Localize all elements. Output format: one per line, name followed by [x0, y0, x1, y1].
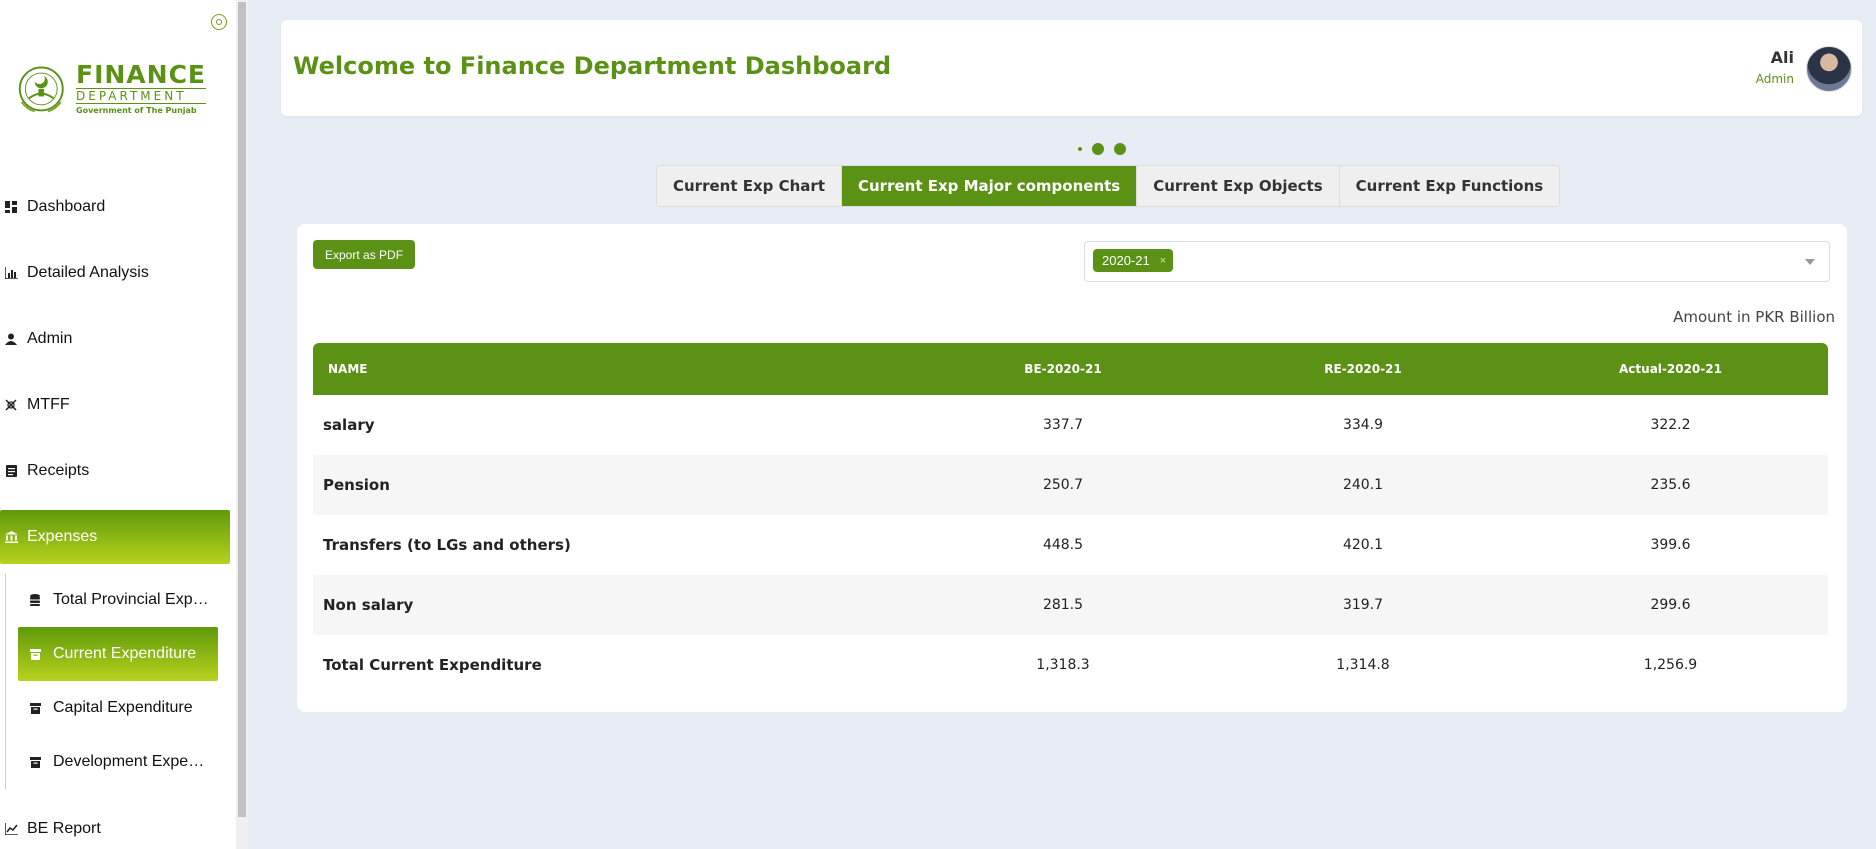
column-header[interactable]: BE-2020-21: [913, 362, 1213, 376]
table-header: NAME BE-2020-21 RE-2020-21 Actual-2020-2…: [313, 343, 1828, 395]
page-header: Welcome to Finance Department Dashboard …: [281, 20, 1862, 116]
chevron-down-icon[interactable]: [1805, 259, 1815, 265]
logo-tagline: Government of The Punjab: [76, 105, 197, 115]
sidebar-subitem-current-expenditure[interactable]: Current Expenditure: [18, 627, 218, 681]
table-body: salary 337.7 334.9 322.2 Pension 250.7 2…: [313, 395, 1828, 695]
table-cell: 420.1: [1342, 537, 1384, 553]
user-icon: [4, 332, 18, 346]
mtff-icon: [4, 398, 18, 412]
table-cell-name: Pension: [323, 476, 390, 494]
sidebar-item-label: Detailed Analysis: [27, 264, 149, 281]
year-chip: 2020-21 ×: [1093, 249, 1174, 272]
bar-chart-icon: [4, 266, 18, 280]
sidebar-item-label: BE Report: [27, 820, 101, 837]
sidebar-item-label: MTFF: [27, 396, 70, 413]
bank-icon: [4, 530, 18, 544]
table-cell-name: Transfers (to LGs and others): [323, 536, 571, 554]
carousel-dot[interactable]: [1092, 143, 1104, 155]
table-row: Transfers (to LGs and others) 448.5 420.…: [313, 515, 1828, 575]
table-cell: 240.1: [1342, 477, 1384, 493]
logo-subtitle: DEPARTMENT: [76, 87, 206, 104]
table-cell: 235.6: [1650, 477, 1691, 493]
expenditure-tabs: Current Exp Chart Current Exp Major comp…: [656, 165, 1561, 207]
sidebar-item-label: Receipts: [27, 462, 90, 479]
sidebar-subitem-total-provincial[interactable]: Total Provincial Exp…: [6, 573, 230, 627]
collapse-sidebar-icon[interactable]: [211, 14, 227, 30]
sidebar-subitem-label: Capital Expenditure: [53, 699, 193, 716]
avatar[interactable]: [1806, 46, 1852, 92]
carousel-dot[interactable]: [1114, 143, 1126, 155]
table-cell: 299.6: [1650, 597, 1691, 613]
table-cell: 1,256.9: [1643, 657, 1698, 673]
remove-chip-icon[interactable]: ×: [1160, 255, 1166, 267]
finance-department-logo[interactable]: FINANCE DEPARTMENT Government of The Pun…: [16, 58, 206, 118]
sidebar-scrollbar-thumb[interactable]: [238, 2, 246, 817]
sidebar-subitem-capital-expenditure[interactable]: Capital Expenditure: [6, 681, 230, 735]
table-cell: 1,314.8: [1336, 657, 1390, 673]
tab-current-exp-major-components[interactable]: Current Exp Major components: [842, 166, 1138, 206]
archive-icon: [30, 648, 42, 660]
sidebar-item-mtff[interactable]: MTFF: [0, 378, 236, 432]
sidebar: FINANCE DEPARTMENT Government of The Pun…: [0, 0, 236, 849]
table-cell: 1,318.3: [1036, 657, 1090, 673]
sidebar-item-detailed-analysis[interactable]: Detailed Analysis: [0, 246, 236, 300]
tab-current-exp-functions[interactable]: Current Exp Functions: [1339, 166, 1560, 206]
sidebar-subitem-label: Development Expe…: [53, 753, 205, 770]
logo-title: FINANCE: [76, 59, 206, 89]
sidebar-scrollbar[interactable]: [236, 0, 248, 849]
table-cell: 322.2: [1650, 417, 1691, 433]
tab-current-exp-objects[interactable]: Current Exp Objects: [1137, 166, 1340, 206]
archive-icon: [30, 702, 42, 714]
sidebar-item-label: Expenses: [27, 528, 98, 545]
coins-icon: [30, 594, 42, 606]
year-select[interactable]: 2020-21 ×: [1084, 241, 1830, 282]
table-cell: 281.5: [1042, 597, 1084, 613]
sidebar-item-expenses[interactable]: Expenses: [0, 510, 230, 564]
archive-icon: [30, 756, 42, 768]
line-chart-icon: [4, 822, 18, 836]
table-row: Non salary 281.5 319.7 299.6: [313, 575, 1828, 635]
sidebar-item-receipts[interactable]: Receipts: [0, 444, 236, 498]
carousel-indicators: [1073, 143, 1131, 155]
carousel-dot[interactable]: [1078, 147, 1082, 151]
table-row: salary 337.7 334.9 322.2: [313, 395, 1828, 455]
amount-unit-note: Amount in PKR Billion: [1673, 308, 1835, 326]
column-header[interactable]: NAME: [313, 362, 913, 376]
sidebar-nav: Dashboard Detailed Analysis Admin MTFF R…: [0, 180, 236, 576]
dashboard-icon: [4, 200, 18, 214]
sidebar-bottom: BE Report: [0, 802, 236, 849]
column-header[interactable]: Actual-2020-21: [1513, 362, 1828, 376]
tab-current-exp-chart[interactable]: Current Exp Chart: [657, 166, 842, 206]
table-cell: 448.5: [1042, 537, 1084, 553]
punjab-emblem-icon: [18, 66, 64, 113]
table-cell-name: Non salary: [323, 596, 414, 614]
expenses-submenu: Total Provincial Exp… Current Expenditur…: [5, 573, 230, 789]
user-name[interactable]: Ali: [1771, 48, 1794, 67]
page-title: Welcome to Finance Department Dashboard: [293, 52, 892, 80]
receipt-icon: [4, 464, 18, 478]
sidebar-item-label: Dashboard: [27, 198, 106, 215]
year-chip-label: 2020-21: [1102, 253, 1150, 268]
sidebar-subitem-label: Total Provincial Exp…: [53, 591, 209, 608]
user-role: Admin: [1755, 72, 1794, 86]
sidebar-item-dashboard[interactable]: Dashboard: [0, 180, 236, 234]
table-row-total: Total Current Expenditure 1,318.3 1,314.…: [313, 635, 1828, 695]
column-header[interactable]: RE-2020-21: [1213, 362, 1513, 376]
table-row: Pension 250.7 240.1 235.6: [313, 455, 1828, 515]
major-components-table: NAME BE-2020-21 RE-2020-21 Actual-2020-2…: [313, 343, 1828, 695]
table-cell: 250.7: [1042, 477, 1084, 493]
table-cell-name: Total Current Expenditure: [323, 656, 542, 674]
table-cell: 337.7: [1042, 417, 1084, 433]
sidebar-subitem-development-expenditure[interactable]: Development Expe…: [6, 735, 230, 789]
sidebar-subitem-label: Current Expenditure: [53, 645, 197, 662]
table-cell-name: salary: [323, 416, 375, 434]
major-components-card: Export as PDF 2020-21 × Amount in PKR Bi…: [297, 224, 1847, 712]
table-cell: 319.7: [1342, 597, 1384, 613]
sidebar-item-label: Admin: [27, 330, 73, 347]
table-cell: 399.6: [1650, 537, 1691, 553]
export-pdf-button[interactable]: Export as PDF: [313, 240, 416, 269]
table-cell: 334.9: [1342, 417, 1384, 433]
sidebar-item-admin[interactable]: Admin: [0, 312, 236, 366]
sidebar-item-be-report[interactable]: BE Report: [0, 802, 236, 849]
